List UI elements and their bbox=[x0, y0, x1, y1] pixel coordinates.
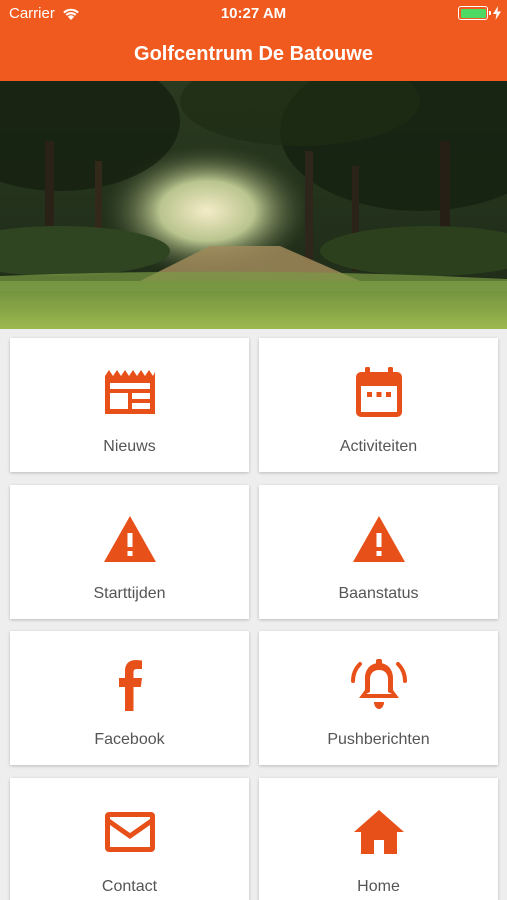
warning-icon bbox=[352, 516, 405, 562]
mail-icon bbox=[104, 812, 155, 852]
page-title: Golfcentrum De Batouwe bbox=[134, 43, 373, 65]
battery-icon bbox=[458, 6, 491, 20]
status-time: 10:27 AM bbox=[220, 5, 287, 22]
menu-tile-starttijden[interactable]: Starttijden bbox=[10, 485, 249, 619]
menu-tile-label: Starttijden bbox=[93, 585, 166, 602]
home-icon bbox=[353, 810, 404, 854]
menu-tile-label: Baanstatus bbox=[338, 585, 419, 602]
menu-tile-label: Home bbox=[357, 878, 400, 895]
menu-tile-label: Contact bbox=[101, 878, 158, 895]
menu-tile-contact[interactable]: Contact bbox=[10, 778, 249, 900]
menu-tile-home[interactable]: Home bbox=[259, 778, 498, 900]
menu-tile-activiteiten[interactable]: Activiteiten bbox=[259, 338, 498, 472]
menu-tile-label: Pushberichten bbox=[327, 731, 430, 748]
menu-tile-baanstatus[interactable]: Baanstatus bbox=[259, 485, 498, 619]
menu-tile-facebook[interactable]: Facebook bbox=[10, 631, 249, 765]
menu-tile-label: Nieuws bbox=[103, 438, 156, 455]
bell-icon bbox=[350, 659, 407, 709]
menu-tile-label: Facebook bbox=[94, 731, 165, 748]
menu-tile-label: Activiteiten bbox=[339, 438, 418, 455]
menu-tile-pushberichten[interactable]: Pushberichten bbox=[259, 631, 498, 765]
hero-image bbox=[0, 81, 507, 329]
warning-icon bbox=[103, 516, 156, 562]
charging-bolt-icon bbox=[493, 6, 501, 20]
newspaper-icon bbox=[104, 370, 155, 414]
status-bar: Carrier 10:27 AM bbox=[0, 0, 507, 28]
menu-tile-nieuws[interactable]: Nieuws bbox=[10, 338, 249, 472]
calendar-icon bbox=[355, 367, 402, 417]
facebook-icon bbox=[118, 660, 142, 711]
app-header: Carrier 10:27 AM Golfcentrum De Batouwe bbox=[0, 0, 507, 81]
